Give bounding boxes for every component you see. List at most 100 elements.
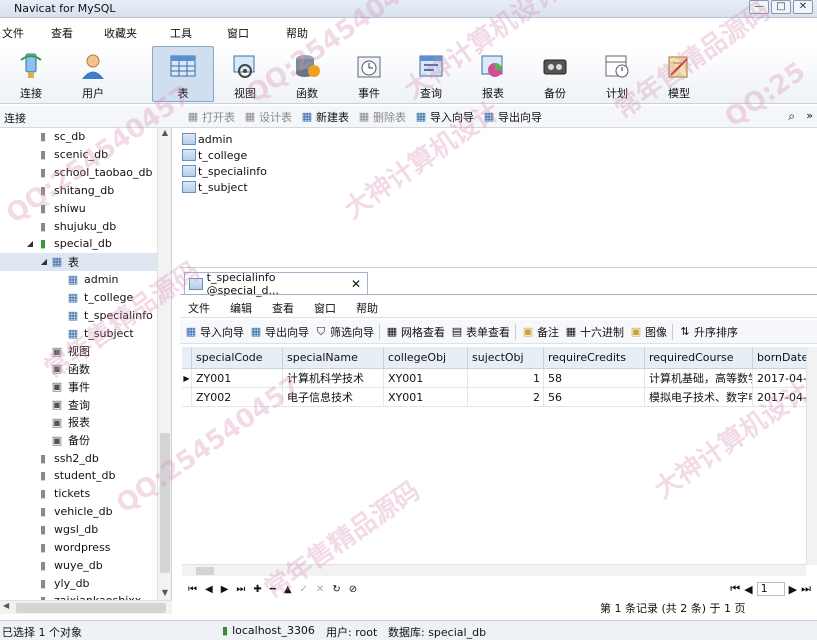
export-wizard-button[interactable]: ▦ 导出向导: [482, 108, 542, 126]
tree-item[interactable]: ▮ sc_db: [0, 128, 158, 146]
delete-record-icon[interactable]: ━: [270, 584, 276, 595]
close-tab-icon[interactable]: ✕: [351, 277, 361, 291]
sidebar-horizontal-scrollbar[interactable]: ◀: [0, 600, 172, 614]
filter-wizard-button[interactable]: ⛉ 筛选向导: [314, 323, 374, 341]
tree-item[interactable]: ▮ school_taobao_db: [0, 164, 158, 182]
toolbar-backup-button[interactable]: 备份: [524, 46, 586, 102]
column-header[interactable]: requireCredits: [544, 347, 645, 368]
expander-icon[interactable]: ◢: [38, 257, 50, 266]
toolbar-event-button[interactable]: 事件: [338, 46, 400, 102]
column-header[interactable]: specialName: [283, 347, 384, 368]
toolbar-connect-button[interactable]: 连接: [0, 46, 62, 102]
h-scroll-thumb[interactable]: [196, 567, 214, 575]
menu-tools[interactable]: 工具: [170, 25, 204, 41]
tree-item[interactable]: ▮ wuye_db: [0, 556, 158, 574]
grid-horizontal-scrollbar[interactable]: [182, 564, 806, 576]
tree-item[interactable]: ▣ 事件: [0, 378, 158, 396]
table-cell[interactable]: 2017-04-: [753, 369, 808, 387]
toolbar-view-button[interactable]: 视图: [214, 46, 276, 102]
stop-icon[interactable]: ⊘: [349, 584, 357, 595]
table-cell[interactable]: 1: [468, 369, 544, 387]
design-table-button[interactable]: ▦ 设计表: [243, 108, 292, 126]
export-wizard-button[interactable]: ▦ 导出向导: [249, 323, 309, 341]
tree-item[interactable]: ▮ student_db: [0, 467, 158, 485]
delete-table-button[interactable]: ▦ 删除表: [357, 108, 406, 126]
sort-ascending-button[interactable]: ⇅ 升序排序: [678, 323, 738, 341]
column-header[interactable]: requiredCourse: [645, 347, 753, 368]
scroll-down-arrow[interactable]: ▼: [158, 588, 171, 600]
more-button[interactable]: »: [806, 109, 813, 122]
grid-view-button[interactable]: ▦ 网格查看: [385, 323, 445, 341]
toolbar-user-button[interactable]: 用户: [62, 46, 124, 102]
scroll-thumb[interactable]: [160, 433, 170, 573]
scroll-up-arrow[interactable]: ▲: [158, 128, 171, 140]
prev-record-icon[interactable]: ◀: [205, 584, 213, 595]
column-header[interactable]: sujectObj: [468, 347, 544, 368]
import-wizard-button[interactable]: ▦ 导入向导: [414, 108, 474, 126]
tree-item[interactable]: ▮ ssh2_db: [0, 449, 158, 467]
tree-item[interactable]: ▣ 报表: [0, 414, 158, 432]
table-cell[interactable]: 电子信息技术: [283, 388, 384, 406]
table-cell[interactable]: ZY002: [192, 388, 283, 406]
column-header[interactable]: bornDate: [753, 347, 808, 368]
tree-item[interactable]: ▮zaixiankaoshixx: [0, 592, 158, 600]
tree-item[interactable]: ▮ wgsl_db: [0, 521, 158, 539]
scroll-left-arrow[interactable]: ◀: [3, 601, 9, 610]
close-button[interactable]: ✕: [793, 0, 813, 14]
menu-favorites[interactable]: 收藏夹: [104, 25, 149, 41]
table-menu-view[interactable]: 查看: [272, 300, 294, 316]
tree-item[interactable]: ▮ tickets: [0, 485, 158, 503]
tree-item[interactable]: ▣ 查询: [0, 396, 158, 414]
tree-item[interactable]: ▮ shujuku_db: [0, 217, 158, 235]
toolbar-function-button[interactable]: 函数: [276, 46, 338, 102]
sidebar-vertical-scrollbar[interactable]: ▲ ▼: [157, 128, 171, 600]
menu-window[interactable]: 窗口: [227, 25, 261, 41]
hex-button[interactable]: ▦ 十六进制: [564, 323, 624, 341]
refresh-icon[interactable]: ↻: [332, 584, 340, 595]
tree-item[interactable]: ▮ shiwu: [0, 199, 158, 217]
image-button[interactable]: ▣ 图像: [629, 323, 667, 341]
tree-item[interactable]: ▣ 函数: [0, 360, 158, 378]
next-record-icon[interactable]: ▶: [221, 584, 229, 595]
grid-vertical-scrollbar[interactable]: [806, 347, 817, 565]
cancel-icon[interactable]: ✕: [316, 584, 324, 595]
tree-item[interactable]: ▣ 视图: [0, 342, 158, 360]
menu-help[interactable]: 帮助: [286, 25, 320, 41]
tree-item[interactable]: ▦ t_specialinfo: [0, 306, 158, 324]
tree-item[interactable]: ▣ 备份: [0, 431, 158, 449]
table-cell[interactable]: XY001: [384, 388, 468, 406]
toolbar-query-button[interactable]: 查询: [400, 46, 462, 102]
column-header[interactable]: collegeObj: [384, 347, 468, 368]
h-scroll-thumb[interactable]: [16, 603, 166, 613]
table-cell[interactable]: 2017-04-: [753, 388, 808, 406]
memo-button[interactable]: ▣ 备注: [521, 323, 559, 341]
open-table-button[interactable]: ▦ 打开表: [186, 108, 235, 126]
toolbar-report-button[interactable]: 报表: [462, 46, 524, 102]
search-icon[interactable]: ⌕: [788, 109, 795, 124]
first-page-icon[interactable]: ⏮: [730, 582, 740, 596]
tree-item[interactable]: ▮ shitang_db: [0, 182, 158, 200]
up-record-icon[interactable]: ▲: [284, 584, 292, 595]
table-cell[interactable]: 2: [468, 388, 544, 406]
table-cell[interactable]: 58: [544, 369, 645, 387]
table-cell[interactable]: ZY001: [192, 369, 283, 387]
object-item[interactable]: t_college: [180, 147, 817, 163]
document-tab[interactable]: t_specialinfo @special_d... ✕: [184, 271, 368, 297]
table-cell[interactable]: 计算机科学技术: [283, 369, 384, 387]
toolbar-schedule-button[interactable]: 计划: [586, 46, 648, 102]
table-menu-window[interactable]: 窗口: [314, 300, 336, 316]
column-header[interactable]: specialCode: [192, 347, 283, 368]
object-item[interactable]: t_subject: [180, 179, 817, 195]
add-record-icon[interactable]: ✚: [253, 584, 261, 595]
tree-item[interactable]: ▮ vehicle_db: [0, 503, 158, 521]
table-menu-file[interactable]: 文件: [188, 300, 210, 316]
first-record-icon[interactable]: ⏮: [188, 584, 197, 595]
tree-item[interactable]: ▮ yly_db: [0, 574, 158, 592]
tree-item[interactable]: ▦ t_college: [0, 289, 158, 307]
tree-item[interactable]: ◢ ▦ 表: [0, 252, 158, 271]
form-view-button[interactable]: ▤ 表单查看: [450, 323, 510, 341]
tree-item[interactable]: ▦ t_subject: [0, 324, 158, 342]
tree-item[interactable]: ◢ ▮ special_db: [0, 235, 158, 253]
table-cell[interactable]: 模拟电子技术、数字电: [645, 388, 753, 406]
tree-item[interactable]: ▮ wordpress: [0, 538, 158, 556]
